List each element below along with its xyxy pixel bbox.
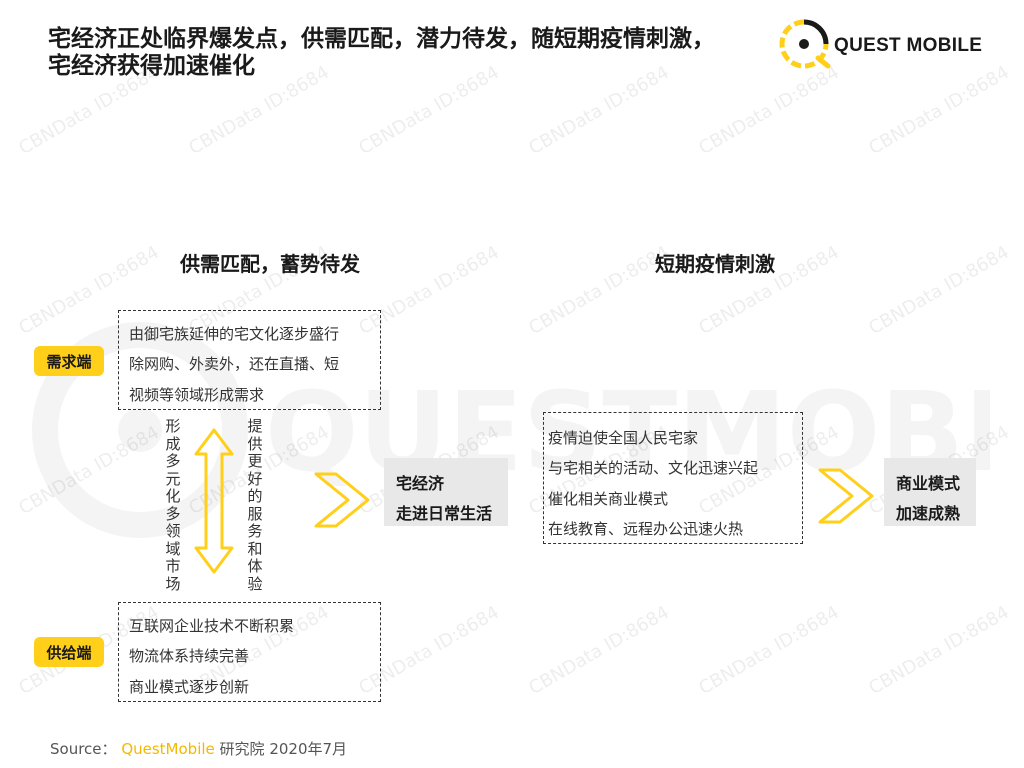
watermark-text: CBNData ID:8684	[865, 241, 1013, 340]
page-title-line-2: 宅经济获得加速催化	[48, 53, 255, 79]
result-box-business-model: 商业模式 加速成熟	[884, 458, 976, 526]
result-box-home-economy: 宅经济 走进日常生活	[384, 458, 508, 526]
epidemic-line-2: 与宅相关的活动、文化迅速兴起	[548, 459, 759, 477]
epidemic-box: 疫情迫使全国人民宅家 与宅相关的活动、文化迅速兴起 催化相关商业模式 在线教育、…	[543, 412, 803, 544]
vertical-text-service: 提供更好的服务和体验	[247, 417, 263, 593]
chevron-right-icon	[314, 472, 370, 528]
source-detail: 研究院 2020年7月	[219, 740, 348, 758]
supply-box: 互联网企业技术不断积累 物流体系持续完善 商业模式逐步创新	[118, 602, 381, 702]
epidemic-line-1: 疫情迫使全国人民宅家	[548, 429, 699, 447]
watermark-text: CBNData ID:8684	[865, 601, 1013, 700]
source-brand: QuestMobile	[121, 740, 215, 758]
demand-line-1: 由御宅族延伸的宅文化逐步盛行	[129, 325, 340, 343]
epidemic-line-3: 催化相关商业模式	[548, 490, 669, 508]
source-label: Source：	[50, 740, 117, 758]
supply-tag: 供给端	[34, 637, 104, 667]
watermark-text: CBNData ID:8684	[865, 61, 1013, 160]
result-line-2: 走进日常生活	[396, 504, 493, 523]
questmobile-logo: QUEST MOBILE	[776, 16, 986, 72]
questmobile-logo-text: QUEST MOBILE	[834, 35, 983, 56]
demand-line-3: 视频等领域形成需求	[129, 386, 265, 404]
watermark-text: CBNData ID:8684	[525, 241, 673, 340]
supply-line-3: 商业模式逐步创新	[129, 678, 250, 696]
chevron-right-icon	[818, 468, 874, 524]
watermark-text: CBNData ID:8684	[525, 601, 673, 700]
watermark-text: CBNData ID:8684	[15, 421, 163, 520]
right-result-line-2: 加速成熟	[896, 504, 961, 523]
page-title-line-1: 宅经济正处临界爆发点，供需匹配，潜力待发，随短期疫情刺激，	[48, 26, 715, 52]
demand-box: 由御宅族延伸的宅文化逐步盛行 除网购、外卖外，还在直播、短 视频等领域形成需求	[118, 310, 381, 410]
epidemic-line-4: 在线教育、远程办公迅速火热	[548, 520, 744, 538]
right-result-line-1: 商业模式	[896, 474, 961, 493]
double-arrow-icon	[194, 428, 234, 574]
supply-line-1: 互联网企业技术不断积累	[129, 617, 295, 635]
questmobile-logo-icon	[779, 19, 831, 69]
left-section-title: 供需匹配，蓄势待发	[180, 252, 360, 276]
source-note: Source： QuestMobile 研究院 2020年7月	[50, 738, 347, 759]
demand-line-2: 除网购、外卖外，还在直播、短	[129, 355, 340, 373]
supply-line-2: 物流体系持续完善	[129, 647, 250, 665]
demand-tag: 需求端	[34, 346, 104, 376]
watermark-text: CBNData ID:8684	[695, 601, 843, 700]
page-title: 宅经济正处临界爆发点，供需匹配，潜力待发，随短期疫情刺激， 宅经济获得加速催化	[48, 26, 778, 80]
result-line-1: 宅经济	[396, 474, 445, 493]
vertical-text-market: 形成多元化多领域市场	[165, 417, 181, 593]
right-section-title: 短期疫情刺激	[655, 252, 775, 276]
